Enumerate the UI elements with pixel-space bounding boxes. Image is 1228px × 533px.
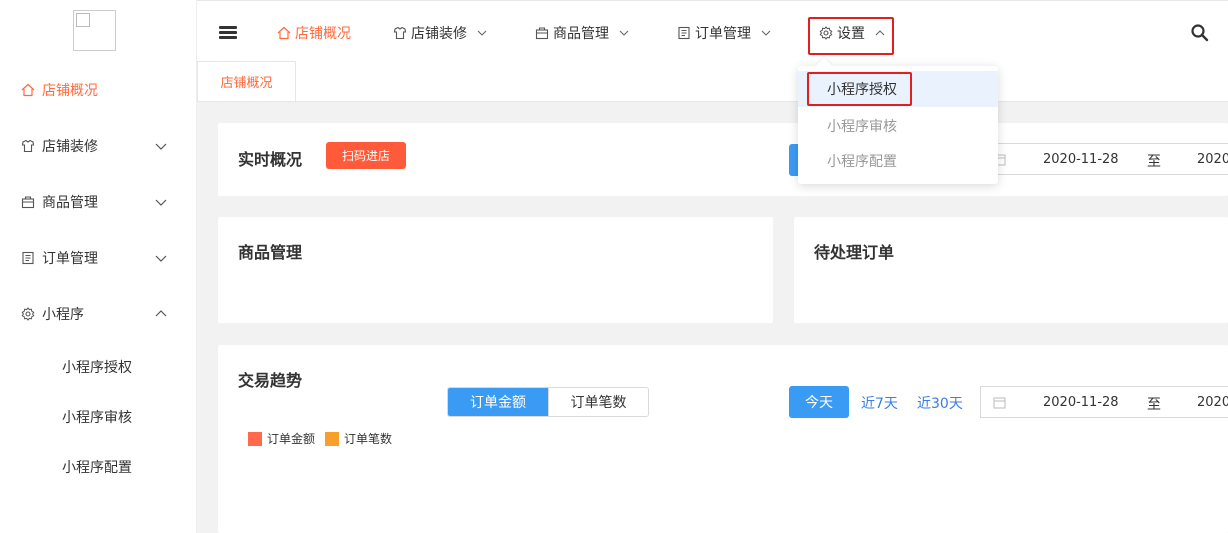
date-separator: 至 [1147, 154, 1161, 170]
date-end: 2020- [1197, 395, 1228, 410]
legend-order-amount[interactable]: 订单金额 [248, 430, 315, 447]
home-icon [277, 26, 291, 40]
sidebar: 店铺概况 店铺装修 商品管理 订单管理 小程序 小程序授权 小程序审核 小程序配… [0, 0, 197, 533]
sidebar-subitem-label: 小程序配置 [62, 460, 132, 476]
chevron-down-icon [155, 140, 167, 152]
chevron-down-icon [155, 196, 167, 208]
realtime-title: 实时概况 [238, 150, 303, 169]
metric-toggle: 订单金额 订单笔数 [447, 387, 649, 417]
dropdown-item-label: 小程序配置 [827, 154, 897, 170]
last-30-days-link[interactable]: 近30天 [917, 393, 963, 413]
realtime-card: 实时概况 扫码进店 2020-11-28 至 2020- [218, 123, 1228, 196]
sidebar-item-miniprogram[interactable]: 小程序 [0, 294, 197, 334]
nav-label: 店铺概况 [295, 26, 351, 42]
sidebar-item-store-decor[interactable]: 店铺装修 [0, 126, 197, 166]
menu-toggle-icon[interactable] [219, 26, 237, 40]
nav-store-overview[interactable]: 店铺概况 [277, 23, 351, 43]
pending-orders-title: 待处理订单 [814, 243, 895, 262]
main-content: 实时概况 扫码进店 2020-11-28 至 2020- 商品管理 待处理订单 … [197, 102, 1228, 533]
sidebar-item-label: 店铺装修 [42, 139, 98, 155]
tab-store-overview[interactable]: 店铺概况 [197, 61, 296, 101]
chevron-up-icon [875, 28, 885, 38]
date-end: 2020- [1197, 152, 1228, 167]
order-amount-tab[interactable]: 订单金额 [448, 388, 548, 416]
tab-bar: 店铺概况 [197, 61, 1228, 102]
chevron-down-icon [477, 28, 487, 38]
sidebar-item-orders[interactable]: 订单管理 [0, 238, 197, 278]
nav-label: 设置 [837, 26, 865, 42]
sidebar-subitem-mp-config[interactable]: 小程序配置 [0, 449, 197, 485]
search-icon[interactable] [1190, 23, 1210, 43]
nav-label: 商品管理 [553, 26, 609, 42]
date-start: 2020-11-28 [1043, 152, 1119, 167]
legend-label: 订单笔数 [344, 432, 393, 446]
legend-swatch [325, 431, 339, 446]
date-separator: 至 [1147, 397, 1161, 413]
order-count-tab[interactable]: 订单笔数 [548, 388, 648, 416]
today-button[interactable]: 今天 [789, 386, 849, 418]
gear-icon [20, 306, 36, 322]
sidebar-item-store-overview[interactable]: 店铺概况 [0, 70, 197, 110]
gear-icon [819, 26, 833, 40]
nav-store-decor[interactable]: 店铺装修 [393, 23, 487, 43]
legend-swatch [248, 431, 262, 446]
realtime-date-range[interactable]: 2020-11-28 至 2020- [980, 143, 1228, 175]
nav-label: 店铺装修 [411, 26, 467, 42]
legend-label: 订单金额 [267, 432, 316, 446]
nav-goods[interactable]: 商品管理 [535, 23, 629, 43]
box-icon [535, 26, 549, 40]
chevron-down-icon [761, 28, 771, 38]
legend-order-count[interactable]: 订单笔数 [325, 430, 392, 447]
palette-icon [20, 138, 36, 154]
dropdown-item-mp-review[interactable]: 小程序审核 [798, 108, 998, 144]
top-navbar: 店铺概况 店铺装修 商品管理 订单管理 设置 [197, 0, 1228, 63]
goods-title: 商品管理 [238, 243, 303, 262]
sidebar-item-label: 商品管理 [42, 195, 98, 211]
sidebar-item-label: 小程序 [42, 307, 84, 323]
sidebar-item-label: 店铺概况 [42, 83, 98, 99]
sidebar-subitem-label: 小程序审核 [62, 410, 132, 426]
calendar-icon [993, 396, 1006, 409]
goods-card: 商品管理 [218, 217, 773, 323]
nav-settings[interactable]: 设置 [819, 23, 885, 43]
dropdown-item-mp-auth[interactable]: 小程序授权 [798, 71, 998, 107]
sidebar-subitem-mp-review[interactable]: 小程序审核 [0, 399, 197, 435]
sidebar-subitem-mp-auth[interactable]: 小程序授权 [0, 349, 197, 385]
scan-enter-button[interactable]: 扫码进店 [326, 142, 406, 169]
nav-orders[interactable]: 订单管理 [677, 23, 771, 43]
logo-placeholder [73, 10, 116, 51]
dropdown-item-label: 小程序审核 [827, 119, 897, 135]
trend-title: 交易趋势 [238, 371, 303, 390]
home-icon [20, 82, 36, 98]
pending-orders-card: 待处理订单 [794, 217, 1228, 323]
trend-date-range[interactable]: 2020-11-28 至 2020- [980, 386, 1228, 418]
document-icon [20, 250, 36, 266]
sidebar-subitem-label: 小程序授权 [62, 360, 132, 376]
dropdown-item-mp-config[interactable]: 小程序配置 [798, 143, 998, 179]
nav-label: 订单管理 [695, 26, 751, 42]
chevron-down-icon [155, 252, 167, 264]
last-7-days-link[interactable]: 近7天 [861, 393, 898, 413]
sidebar-item-goods[interactable]: 商品管理 [0, 182, 197, 222]
document-icon [677, 26, 691, 40]
sidebar-item-label: 订单管理 [42, 251, 98, 267]
chevron-up-icon [155, 308, 167, 320]
dropdown-item-label: 小程序授权 [827, 82, 897, 98]
date-start: 2020-11-28 [1043, 395, 1119, 410]
palette-icon [393, 26, 407, 40]
trend-card: 交易趋势 订单金额 订单笔数 今天 近7天 近30天 2020-11-28 至 … [218, 345, 1228, 533]
box-icon [20, 194, 36, 210]
chevron-down-icon [619, 28, 629, 38]
settings-dropdown: 小程序授权 小程序审核 小程序配置 [798, 57, 998, 184]
